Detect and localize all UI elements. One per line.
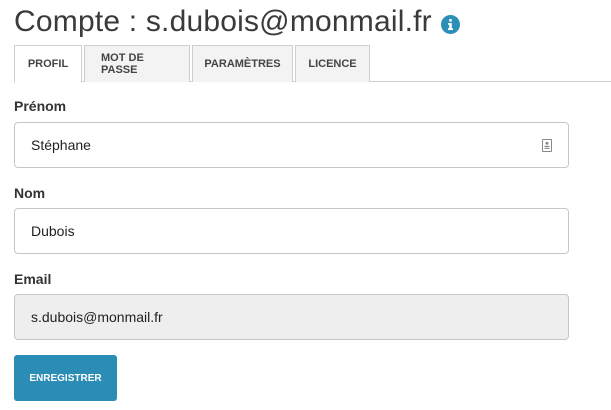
prenom-value[interactable]: Stéphane [31, 137, 542, 153]
prenom-field[interactable]: Stéphane [14, 122, 569, 168]
contact-card-icon[interactable] [542, 138, 552, 152]
account-tabs: PROFIL MOT DE PASSE PARAMÈTRES LICENCE [14, 45, 611, 83]
nom-label: Nom [14, 185, 46, 201]
page-header: Compte : s.dubois@monmail.fr [14, 2, 460, 42]
tab-mot-de-passe[interactable]: MOT DE PASSE [84, 45, 190, 82]
email-field: s.dubois@monmail.fr [14, 294, 569, 340]
prenom-label: Prénom [14, 98, 67, 114]
nom-field[interactable]: Dubois [14, 208, 569, 254]
page-title: Compte : s.dubois@monmail.fr [14, 5, 432, 38]
tab-licence[interactable]: LICENCE [295, 45, 370, 82]
info-icon[interactable] [440, 14, 460, 34]
tab-profil[interactable]: PROFIL [14, 45, 82, 83]
tab-parametres[interactable]: PARAMÈTRES [192, 45, 293, 82]
email-value: s.dubois@monmail.fr [31, 309, 163, 325]
nom-value[interactable]: Dubois [31, 223, 552, 239]
email-label: Email [14, 271, 52, 287]
save-button[interactable]: ENREGISTRER [14, 355, 117, 401]
